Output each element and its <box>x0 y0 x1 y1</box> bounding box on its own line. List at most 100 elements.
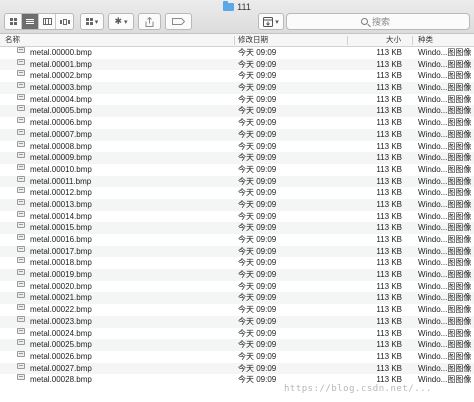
file-kind: Windo...图图像 <box>418 211 472 221</box>
column-name-header[interactable]: 名称 <box>5 34 20 46</box>
file-row[interactable]: metal.00016.bmp 今天 09:09 113 KB Windo...图图像 <box>0 234 474 246</box>
file-row[interactable]: metal.00004.bmp 今天 09:09 113 KB Windo...图图像 <box>0 93 474 106</box>
quick-look-button[interactable]: ▾ <box>258 13 284 30</box>
file-row[interactable]: metal.00021.bmp 今天 09:09 113 KB Windo...图图像 <box>0 292 474 305</box>
bmp-file-icon <box>17 175 25 182</box>
file-kind: Windo...图图像 <box>418 153 472 163</box>
file-name: metal.00005.bmp <box>30 106 92 116</box>
folder-icon <box>223 0 235 11</box>
file-name: metal.00000.bmp <box>30 48 92 57</box>
bmp-file-icon <box>17 280 25 287</box>
file-kind: Windo...图图像 <box>418 363 472 373</box>
column-divider[interactable] <box>234 36 235 45</box>
file-date: 今天 09:09 <box>238 293 277 303</box>
file-date: 今天 09:09 <box>238 305 277 315</box>
search-field[interactable]: 搜索 <box>286 13 470 30</box>
watermark: https://blog.csdn.net/... <box>284 384 432 394</box>
list-view-button[interactable] <box>22 14 39 29</box>
column-kind-header[interactable]: 种类 <box>418 34 433 46</box>
file-row[interactable]: metal.00012.bmp 今天 09:09 113 KB Windo...图图像 <box>0 187 474 199</box>
file-row[interactable]: metal.00014.bmp 今天 09:09 113 KB Windo...图图像 <box>0 210 474 223</box>
file-size: 113 KB <box>376 71 402 81</box>
file-row[interactable]: metal.00023.bmp 今天 09:09 113 KB Windo...图图像 <box>0 315 474 328</box>
cover-flow-button[interactable] <box>56 14 73 29</box>
column-divider[interactable] <box>412 36 413 45</box>
file-row[interactable]: metal.00025.bmp 今天 09:09 113 KB Windo...图图像 <box>0 339 474 351</box>
file-kind: Windo...图图像 <box>418 176 472 186</box>
tags-button[interactable] <box>165 13 192 30</box>
file-row[interactable]: metal.00011.bmp 今天 09:09 113 KB Windo...图图像 <box>0 175 474 188</box>
file-row[interactable]: metal.00007.bmp 今天 09:09 113 KB Windo...图图像 <box>0 128 474 141</box>
bmp-file-icon <box>17 339 25 346</box>
file-size: 113 KB <box>376 316 402 326</box>
file-size: 113 KB <box>376 328 402 338</box>
file-row[interactable]: metal.00001.bmp 今天 09:09 113 KB Windo...图图像 <box>0 58 474 71</box>
file-kind: Windo...图图像 <box>418 94 472 104</box>
file-row[interactable]: metal.00005.bmp 今天 09:09 113 KB Windo...图图像 <box>0 105 474 118</box>
icon-view-button[interactable] <box>5 14 22 29</box>
file-row[interactable]: metal.00010.bmp 今天 09:09 113 KB Windo...图图像 <box>0 163 474 176</box>
file-name: metal.00013.bmp <box>30 199 92 209</box>
cover-flow-icon <box>59 18 70 25</box>
file-kind: Windo...图图像 <box>418 270 472 280</box>
bmp-file-icon <box>17 58 25 65</box>
file-size: 113 KB <box>376 270 402 280</box>
file-date: 今天 09:09 <box>238 223 277 233</box>
view-mode-switcher <box>4 13 74 30</box>
file-row[interactable]: metal.00018.bmp 今天 09:09 113 KB Windo...图图像 <box>0 257 474 270</box>
bmp-file-icon <box>17 292 25 299</box>
file-size: 113 KB <box>376 281 402 291</box>
chevron-down-icon: ▾ <box>94 18 99 26</box>
file-row[interactable]: metal.00019.bmp 今天 09:09 113 KB Windo...图图像 <box>0 269 474 281</box>
file-row[interactable]: metal.00000.bmp 今天 09:09 113 KB Windo...图图像 <box>0 47 474 59</box>
bmp-file-icon <box>17 269 25 276</box>
bmp-file-icon <box>17 82 25 89</box>
file-name: metal.00004.bmp <box>30 94 92 104</box>
file-row[interactable]: metal.00020.bmp 今天 09:09 113 KB Windo...图图像 <box>0 280 474 293</box>
file-row[interactable]: metal.00015.bmp 今天 09:09 113 KB Windo...图图像 <box>0 222 474 234</box>
bmp-file-icon <box>17 234 25 240</box>
file-row[interactable]: metal.00026.bmp 今天 09:09 113 KB Windo...图图像 <box>0 350 474 363</box>
file-row[interactable]: metal.00022.bmp 今天 09:09 113 KB Windo...图图像 <box>0 304 474 316</box>
file-size: 113 KB <box>376 59 402 69</box>
file-row[interactable]: metal.00009.bmp 今天 09:09 113 KB Windo...图图像 <box>0 152 474 164</box>
group-by-button[interactable]: ▾ <box>80 13 104 30</box>
file-date: 今天 09:09 <box>238 141 277 151</box>
file-date: 今天 09:09 <box>238 328 277 338</box>
file-row[interactable]: metal.00008.bmp 今天 09:09 113 KB Windo...图图像 <box>0 140 474 153</box>
column-date-header[interactable]: 修改日期 <box>238 34 268 46</box>
column-size-header[interactable]: 大小 <box>386 34 401 46</box>
column-divider[interactable] <box>347 36 348 45</box>
file-name: metal.00012.bmp <box>30 188 92 198</box>
action-button[interactable]: ✱ ▾ <box>108 13 134 30</box>
file-size: 113 KB <box>376 305 402 315</box>
file-size: 113 KB <box>376 164 402 174</box>
share-icon <box>145 16 154 27</box>
file-row[interactable]: metal.00006.bmp 今天 09:09 113 KB Windo...图图像 <box>0 117 474 129</box>
bmp-file-icon <box>17 70 25 77</box>
bmp-file-icon <box>17 105 25 112</box>
file-row[interactable]: metal.00013.bmp 今天 09:09 113 KB Windo...图图像 <box>0 198 474 211</box>
file-size: 113 KB <box>376 351 402 361</box>
share-button[interactable] <box>138 13 161 30</box>
file-date: 今天 09:09 <box>238 164 277 174</box>
bmp-file-icon <box>17 362 25 369</box>
file-date: 今天 09:09 <box>238 270 277 280</box>
file-row[interactable]: metal.00002.bmp 今天 09:09 113 KB Windo...图图像 <box>0 70 474 83</box>
file-name: metal.00024.bmp <box>30 328 92 338</box>
file-date: 今天 09:09 <box>238 316 277 326</box>
column-view-button[interactable] <box>39 14 56 29</box>
file-name: metal.00019.bmp <box>30 270 92 280</box>
bmp-file-icon <box>17 257 25 264</box>
file-kind: Windo...图图像 <box>418 83 472 93</box>
file-row[interactable]: metal.00027.bmp 今天 09:09 113 KB Windo...图图像 <box>0 362 474 375</box>
file-row[interactable]: metal.00017.bmp 今天 09:09 113 KB Windo...图图像 <box>0 245 474 258</box>
file-row[interactable]: metal.00003.bmp 今天 09:09 113 KB Windo...图图像 <box>0 82 474 94</box>
chevron-down-icon: ▾ <box>275 18 279 26</box>
file-name: metal.00026.bmp <box>30 351 92 361</box>
file-row[interactable]: metal.00024.bmp 今天 09:09 113 KB Windo...图图像 <box>0 327 474 340</box>
file-name: metal.00006.bmp <box>30 118 92 128</box>
file-kind: Windo...图图像 <box>418 71 472 81</box>
file-size: 113 KB <box>376 118 402 128</box>
bmp-file-icon <box>17 315 25 322</box>
